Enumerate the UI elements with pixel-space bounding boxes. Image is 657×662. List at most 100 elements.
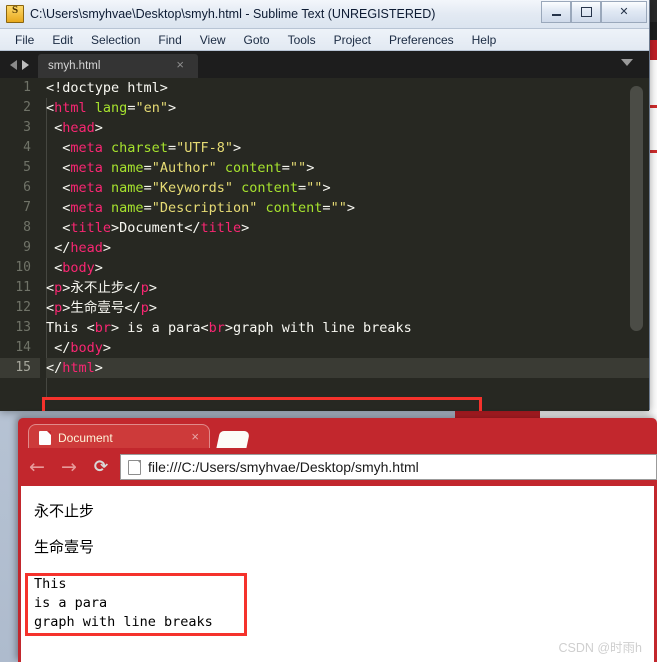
editor-tab-label: smyh.html xyxy=(48,60,101,72)
menu-item-view[interactable]: View xyxy=(191,31,235,49)
sublime-titlebar[interactable]: C:\Users\smyhvae\Desktop\smyh.html - Sub… xyxy=(0,0,649,29)
line-number: 5 xyxy=(23,160,31,175)
editor-tab-smyh-html[interactable]: smyh.html × xyxy=(38,54,198,78)
watermark: CSDN @时雨h xyxy=(558,641,642,655)
close-icon: ✕ xyxy=(619,5,629,18)
sublime-text-icon xyxy=(6,4,24,23)
code-token: meta xyxy=(70,160,103,176)
menu-item-help[interactable]: Help xyxy=(463,31,506,49)
code-token: "Author" xyxy=(151,160,217,176)
code-token: html xyxy=(62,360,95,376)
screen-root: C:\Users\smyhvae\Desktop\smyh.html - Sub… xyxy=(0,0,657,662)
menu-item-tools[interactable]: Tools xyxy=(279,31,325,49)
code-token: charset xyxy=(111,140,168,156)
code-token: <!doctype html> xyxy=(46,80,168,96)
address-bar-url: file:///C:/Users/smyhvae/Desktop/smyh.ht… xyxy=(148,459,419,475)
page-paragraph-2: 生命壹号 xyxy=(34,539,95,556)
code-line[interactable]: <head> xyxy=(46,118,649,138)
code-line[interactable]: <p>生命壹号</p> xyxy=(46,298,649,318)
browser-tabstrip: Document × xyxy=(18,418,657,450)
line-number: 1 xyxy=(23,80,31,95)
code-line[interactable]: <title>Document</title> xyxy=(46,218,649,238)
code-token: Document xyxy=(119,220,185,236)
browser-toolbar: ← → ⟳ file:///C:/Users/smyhvae/Desktop/s… xyxy=(18,448,657,486)
menu-item-preferences[interactable]: Preferences xyxy=(380,31,463,49)
code-token: > xyxy=(148,300,157,316)
menu-item-find[interactable]: Find xyxy=(149,31,190,49)
menu-item-project[interactable]: Project xyxy=(325,31,380,49)
code-line[interactable]: <meta name="Keywords" content=""> xyxy=(46,178,649,198)
line-number: 4 xyxy=(23,140,31,155)
page-text-block: This is a para graph with line breaks xyxy=(34,576,213,630)
minimize-button[interactable] xyxy=(541,1,571,23)
menu-item-file[interactable]: File xyxy=(6,31,43,49)
code-line[interactable]: <meta name="Author" content=""> xyxy=(46,158,649,178)
menu-item-goto[interactable]: Goto xyxy=(235,31,279,49)
code-text-area[interactable]: <!doctype html> <html lang="en"> <head> <… xyxy=(40,78,649,411)
code-token: > xyxy=(148,280,157,296)
code-token: br xyxy=(208,320,225,336)
code-token: >graph with line breaks xyxy=(224,320,412,336)
menu-item-selection[interactable]: Selection xyxy=(82,31,149,49)
code-token: < xyxy=(46,140,71,156)
code-token: = xyxy=(143,180,152,196)
code-token: meta xyxy=(70,200,103,216)
code-token: "UTF-8" xyxy=(176,140,233,156)
code-token: = xyxy=(143,200,152,216)
editor-scrollbar-thumb[interactable] xyxy=(630,86,643,331)
code-line[interactable]: <p>永不止步</p> xyxy=(46,278,649,298)
line-number: 9 xyxy=(23,240,31,255)
reload-button[interactable]: ⟳ xyxy=(88,454,114,480)
code-token: < xyxy=(46,300,55,316)
code-token: > xyxy=(111,220,120,236)
forward-button[interactable]: → xyxy=(56,454,82,480)
code-line[interactable]: <!doctype html> xyxy=(46,78,649,98)
address-bar[interactable]: file:///C:/Users/smyhvae/Desktop/smyh.ht… xyxy=(120,454,657,480)
code-token: "en" xyxy=(135,100,168,116)
browser-tab-document[interactable]: Document × xyxy=(28,424,210,450)
arrow-right-icon[interactable] xyxy=(21,59,29,70)
code-line[interactable]: <body> xyxy=(46,258,649,278)
code-line[interactable]: </html> xyxy=(46,358,649,378)
editor-tab-close-icon[interactable]: × xyxy=(176,58,184,72)
code-token: content xyxy=(265,200,323,216)
code-token: body xyxy=(70,340,103,356)
chevron-down-icon[interactable] xyxy=(621,59,633,66)
code-line[interactable]: <meta name="Description" content=""> xyxy=(46,198,649,218)
back-button[interactable]: ← xyxy=(24,454,50,480)
window-title: C:\Users\smyhvae\Desktop\smyh.html - Sub… xyxy=(30,7,436,21)
code-line[interactable]: <html lang="en"> xyxy=(46,98,649,118)
code-token: < xyxy=(46,220,71,236)
code-token: html xyxy=(54,100,87,116)
arrow-left-icon[interactable] xyxy=(9,59,17,70)
code-token: = xyxy=(143,160,152,176)
code-token: content xyxy=(224,160,282,176)
line-number: 11 xyxy=(15,280,31,295)
code-line[interactable]: </head> xyxy=(46,238,649,258)
sublime-menubar: File Edit Selection Find View Goto Tools… xyxy=(0,29,649,51)
code-token: > xyxy=(346,200,355,216)
code-token: content xyxy=(241,180,299,196)
browser-tab-close-icon[interactable]: × xyxy=(191,429,199,445)
code-line[interactable]: This <br> is a para<br>graph with line b… xyxy=(46,318,649,338)
code-token: </ xyxy=(124,300,141,316)
maximize-button[interactable] xyxy=(571,1,601,23)
code-token: = xyxy=(167,140,177,156)
code-token: "Description" xyxy=(151,200,258,216)
line-number-gutter: 1 2 3 4 5 6 7 8 9 10 11 12 13 14 15 xyxy=(0,78,40,411)
code-line[interactable]: <meta charset="UTF-8"> xyxy=(46,138,649,158)
close-button[interactable]: ✕ xyxy=(601,1,647,23)
tab-scroll-arrows[interactable] xyxy=(0,51,38,78)
code-line[interactable]: </body> xyxy=(46,338,649,358)
code-editor[interactable]: 1 2 3 4 5 6 7 8 9 10 11 12 13 14 15 <!doctype html> <ht… xyxy=(0,78,649,411)
code-token: < xyxy=(46,180,71,196)
sublime-tabbar: smyh.html × xyxy=(0,51,649,78)
code-token: meta xyxy=(70,140,103,156)
page-icon xyxy=(128,459,141,475)
code-token: lang xyxy=(94,100,128,116)
code-token: > xyxy=(233,140,242,156)
code-token: </ xyxy=(124,280,141,296)
menu-item-edit[interactable]: Edit xyxy=(43,31,82,49)
